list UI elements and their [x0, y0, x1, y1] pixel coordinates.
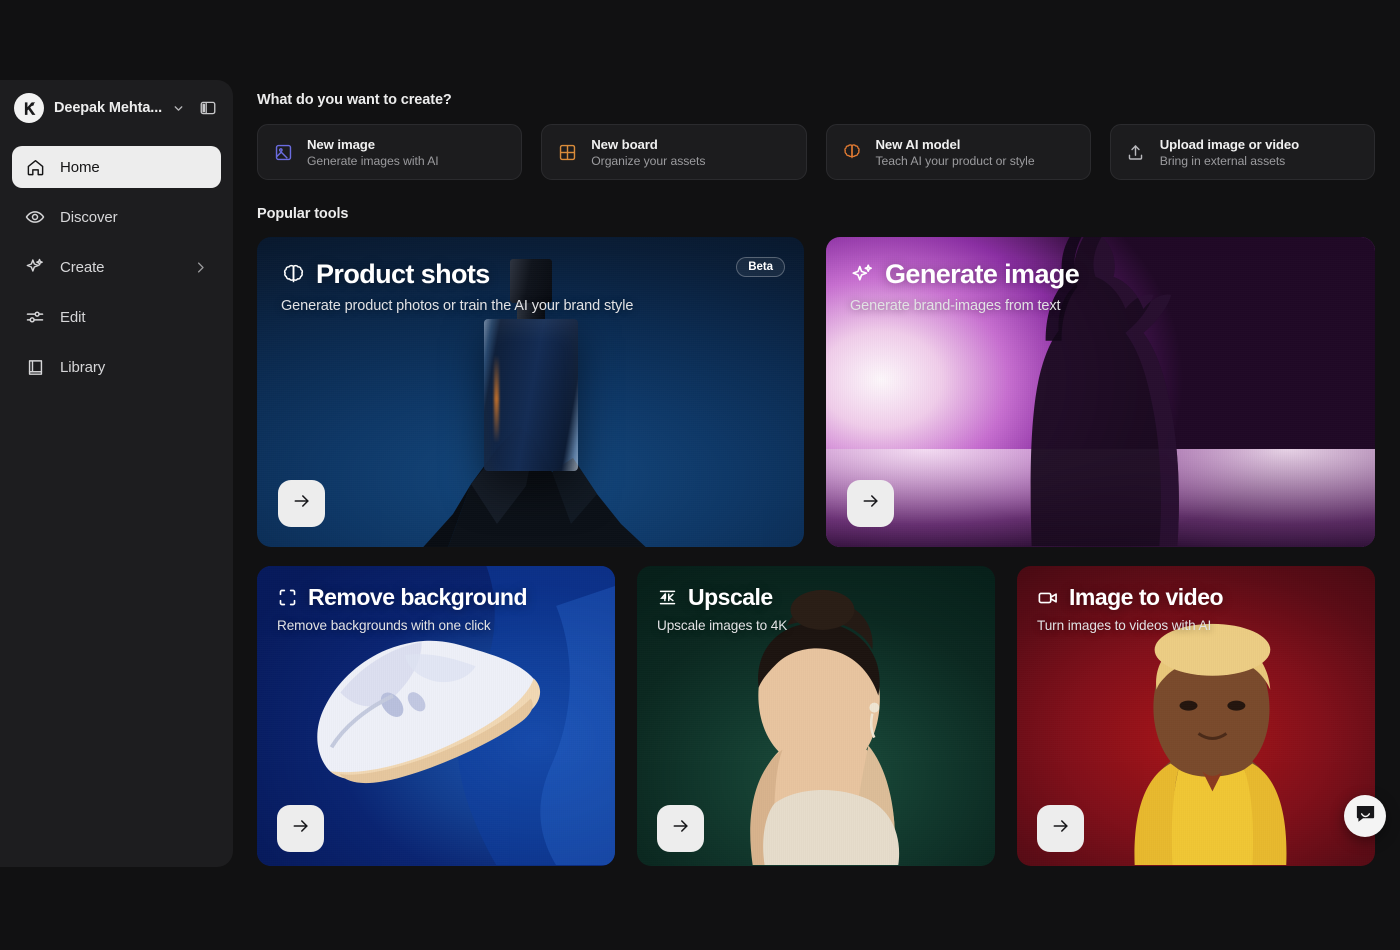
sidebar-item-label: Create — [60, 258, 105, 276]
sliders-icon — [25, 307, 45, 327]
app-root: Deepak Mehta... Home Discover Create Edi… — [0, 0, 1400, 950]
tool-card-header: Generate image Generate brand-images fro… — [826, 237, 1375, 314]
tool-card-upscale[interactable]: Upscale Upscale images to 4K — [637, 566, 995, 866]
brain-icon — [281, 262, 306, 287]
sparkle-icon — [850, 262, 875, 287]
quick-action-title: New image — [307, 136, 375, 152]
quick-actions-row: New image Generate images with AI New bo… — [257, 124, 1375, 180]
crop-dashed-icon — [277, 587, 298, 608]
sidebar-item-library[interactable]: Library — [12, 346, 221, 388]
tool-card-subtitle: Turn images to videos with AI — [1037, 618, 1212, 633]
chevron-right-icon[interactable] — [193, 260, 208, 275]
brain-icon — [842, 142, 862, 162]
tool-card-subtitle: Generate brand-images from text — [850, 298, 1061, 314]
brand-logo-icon — [14, 93, 44, 123]
4k-icon — [657, 587, 678, 608]
tool-card-title: Generate image — [885, 259, 1080, 289]
tool-card-open-button[interactable] — [657, 805, 704, 852]
panel-toggle-icon[interactable] — [195, 95, 221, 121]
quick-action-new-ai-model[interactable]: New AI model Teach AI your product or st… — [825, 124, 1091, 180]
sidebar-account-header[interactable]: Deepak Mehta... — [0, 80, 233, 136]
tool-card-product-shots[interactable]: Product shots Generate product photos or… — [257, 237, 804, 547]
tools-row-primary: Product shots Generate product photos or… — [257, 237, 1375, 547]
sidebar-nav: Home Discover Create Edit Library — [0, 136, 233, 388]
tools-heading: Popular tools — [257, 206, 349, 222]
home-icon — [25, 157, 45, 177]
status-badge: Beta — [736, 257, 785, 277]
tools-row-secondary: Remove background Remove backgrounds wit… — [257, 566, 1375, 866]
chat-bubble-icon — [1354, 802, 1377, 830]
tool-card-title: Remove background — [308, 584, 528, 610]
video-camera-icon — [1037, 587, 1059, 609]
chevron-down-icon[interactable] — [172, 102, 185, 115]
quick-action-subtitle: Bring in external assets — [1159, 153, 1286, 168]
tool-card-header: Image to video Turn images to videos wit… — [1017, 566, 1375, 633]
tool-card-title: Image to video — [1069, 584, 1224, 610]
quick-action-subtitle: Organize your assets — [591, 153, 706, 168]
quick-action-subtitle: Teach AI your product or style — [875, 153, 1035, 168]
tool-card-subtitle: Generate product photos or train the AI … — [281, 298, 634, 314]
tool-card-open-button[interactable] — [277, 805, 324, 852]
tool-card-open-button[interactable] — [847, 480, 894, 527]
tool-card-header: Product shots Generate product photos or… — [257, 237, 804, 314]
sidebar: Deepak Mehta... Home Discover Create Edi… — [0, 80, 233, 867]
arrow-right-icon — [1051, 816, 1071, 841]
grid-icon — [557, 142, 577, 162]
sidebar-item-create[interactable]: Create — [12, 246, 221, 288]
tool-card-subtitle: Upscale images to 4K — [657, 618, 788, 633]
tool-card-image-to-video[interactable]: Image to video Turn images to videos wit… — [1017, 566, 1375, 866]
sparkle-icon — [25, 257, 45, 277]
main-content: What do you want to create? New image Ge… — [233, 80, 1400, 950]
quick-action-new-board[interactable]: New board Organize your assets — [541, 124, 807, 180]
account-name: Deepak Mehta... — [54, 100, 163, 116]
sidebar-item-discover[interactable]: Discover — [12, 196, 221, 238]
upload-icon — [1126, 142, 1146, 162]
eye-icon — [25, 207, 45, 227]
quick-action-new-image[interactable]: New image Generate images with AI — [257, 124, 523, 180]
quick-action-title: New AI model — [875, 136, 961, 152]
tool-card-title: Upscale — [688, 584, 773, 610]
sidebar-item-label: Library — [60, 358, 106, 376]
arrow-right-icon — [861, 491, 881, 516]
sidebar-item-home[interactable]: Home — [12, 146, 221, 188]
quick-action-title: New board — [591, 136, 658, 152]
quick-action-subtitle: Generate images with AI — [307, 153, 439, 168]
sidebar-item-label: Home — [60, 158, 100, 176]
sidebar-item-label: Discover — [60, 208, 118, 226]
arrow-right-icon — [671, 816, 691, 841]
tool-card-header: Remove background Remove backgrounds wit… — [257, 566, 615, 633]
tool-card-remove-background[interactable]: Remove background Remove backgrounds wit… — [257, 566, 615, 866]
sidebar-item-edit[interactable]: Edit — [12, 296, 221, 338]
image-icon — [273, 142, 293, 162]
arrow-right-icon — [291, 816, 311, 841]
tool-card-title: Product shots — [316, 259, 490, 289]
quick-action-upload[interactable]: Upload image or video Bring in external … — [1109, 124, 1375, 180]
book-icon — [25, 357, 45, 377]
tool-card-open-button[interactable] — [1037, 805, 1084, 852]
tool-card-open-button[interactable] — [278, 480, 325, 527]
chat-launcher-button[interactable] — [1344, 795, 1386, 837]
tool-card-subtitle: Remove backgrounds with one click — [277, 618, 491, 633]
sidebar-item-label: Edit — [60, 308, 86, 326]
create-heading: What do you want to create? — [257, 92, 452, 108]
arrow-right-icon — [292, 491, 312, 516]
tool-card-generate-image[interactable]: Generate image Generate brand-images fro… — [826, 237, 1375, 547]
quick-action-title: Upload image or video — [1159, 136, 1300, 152]
tool-card-header: Upscale Upscale images to 4K — [637, 566, 995, 633]
